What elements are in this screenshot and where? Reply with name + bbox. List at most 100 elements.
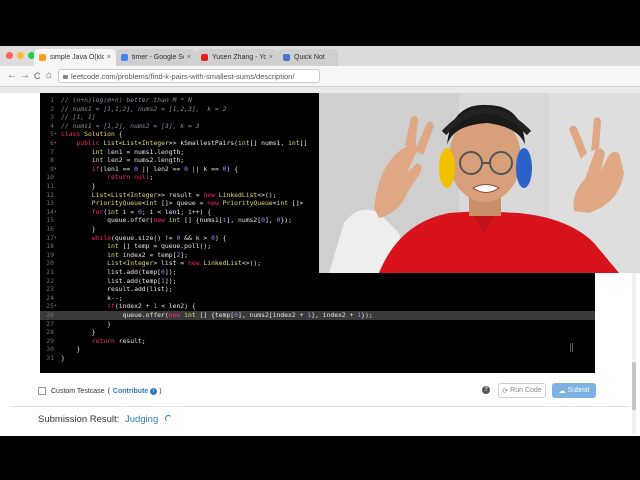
code-text: int len1 = nums1.length; (91, 147, 185, 156)
run-icon: ⟳ (502, 387, 509, 395)
run-code-label: Run Code (510, 387, 542, 394)
code-text: } (61, 345, 81, 354)
line-number: 11 (46, 182, 54, 190)
tab-favicon-icon (283, 54, 290, 61)
browser-tab[interactable]: simple Java O(klogk× (34, 49, 116, 66)
code-text: } (61, 354, 65, 362)
code-text: } (61, 225, 96, 233)
line-number: 6 (50, 139, 54, 147)
tab-title: Yusen Zhang - YouT (212, 54, 266, 61)
fold-arrow-icon[interactable]: ▾ (54, 130, 59, 139)
line-number: 31 (46, 354, 54, 362)
info-icon[interactable]: i (150, 387, 158, 395)
video-letterbox-top (0, 0, 640, 46)
fold-arrow-icon[interactable]: ▾ (54, 208, 59, 217)
line-number: 7 (50, 147, 54, 156)
code-text: while(queue.size() != 0 && k > 0) { (91, 233, 227, 242)
line-number: 15 (46, 216, 54, 225)
scrollbar-thumb[interactable] (632, 362, 636, 410)
line-number: 4 (50, 121, 54, 130)
line-number: 2 (50, 104, 54, 113)
tab-favicon-icon (201, 54, 208, 61)
reload-icon[interactable]: C (34, 70, 41, 82)
browser-tab[interactable]: Quick Not (278, 49, 338, 66)
code-text: // nums1 = [1,2], nums2 = [3], k = 3 (61, 121, 200, 130)
browser-tab[interactable]: timer - Google Sear× (116, 49, 196, 66)
text-cursor-icon (570, 343, 573, 352)
tab-close-icon[interactable]: × (187, 54, 191, 61)
code-line[interactable]: 27 } (40, 320, 595, 329)
line-number: 17 (46, 233, 54, 242)
browser-tab[interactable]: Yusen Zhang - YouT× (196, 49, 278, 66)
submission-result: Submission Result: Judging (38, 414, 172, 425)
help-icon[interactable]: ? (482, 386, 490, 394)
contribute-paren-open: ( (107, 387, 110, 395)
code-text: if(len1 == 0 || len2 == 0 || k == 0) { (91, 164, 239, 173)
submit-button[interactable]: ☁ Submit (552, 383, 596, 398)
back-icon[interactable]: ← (7, 70, 17, 82)
code-line[interactable]: 25 ▾ if(index2 + 1 < len2) { (40, 302, 595, 311)
lock-icon (63, 75, 68, 79)
browser-toolbar: ← → C ⌂ leetcode.com/problems/find-k-pai… (0, 66, 640, 87)
code-text: public List<List<Integer>> kSmallestPair… (76, 139, 308, 147)
line-number: 12 (46, 190, 54, 199)
forward-icon[interactable]: → (20, 70, 30, 82)
submission-status: Judging (124, 414, 159, 425)
line-number: 8 (50, 156, 54, 165)
fold-arrow-icon[interactable]: ▾ (54, 234, 59, 243)
line-number: 30 (46, 345, 54, 354)
cloud-upload-icon: ☁ (558, 387, 566, 395)
contribute-paren-close: ) (159, 387, 162, 395)
code-line[interactable]: 29 return result; (40, 337, 595, 346)
code-text: // (n+n)log(m+n) better than M * N (61, 96, 192, 104)
code-text: // [1, 1] (61, 113, 96, 122)
run-code-button[interactable]: ⟳ Run Code (498, 383, 546, 398)
tab-close-icon[interactable]: × (269, 54, 273, 61)
line-number: 1 (50, 96, 54, 104)
tab-title: Quick Not (294, 54, 325, 61)
code-text: PriorityQueue<int []> queue = new Priori… (91, 199, 304, 208)
custom-testcase-checkbox[interactable] (38, 387, 46, 395)
code-line[interactable]: 30 } (40, 345, 595, 354)
contribute-link[interactable]: Contribute (113, 388, 148, 395)
code-line[interactable]: 24 k--; (40, 294, 595, 303)
window-minimize-button[interactable] (17, 52, 24, 59)
home-icon[interactable]: ⌂ (46, 70, 52, 82)
code-text: List<List<Integer>> result = new LinkedL… (91, 190, 277, 199)
fold-arrow-icon[interactable]: ▾ (54, 165, 59, 174)
line-number: 16 (46, 225, 54, 233)
address-bar[interactable]: leetcode.com/problems/find-k-pairs-with-… (58, 69, 320, 83)
code-line[interactable]: 26 queue.offer(new int [] {temp[0], nums… (40, 311, 595, 320)
code-text: queue.offer(new int [] {temp[0], nums2[i… (61, 311, 373, 319)
line-number: 28 (46, 328, 54, 337)
code-text: for(int i = 0; i < len1; i++) { (91, 207, 212, 216)
code-text: int len2 = nums2.length; (91, 156, 185, 165)
code-text: List<Integer> list = new LinkedList<>(); (107, 259, 262, 268)
line-number: 23 (46, 285, 54, 294)
code-line[interactable]: 23 result.add(list); (40, 285, 595, 294)
fold-arrow-icon[interactable]: ▾ (54, 139, 59, 148)
code-text: } (61, 319, 112, 328)
tab-bar: simple Java O(klogk×timer - Google Sear×… (0, 46, 640, 66)
custom-testcase-label: Custom Testcase (51, 387, 105, 395)
fold-arrow-icon[interactable]: ▾ (54, 302, 59, 311)
line-number: 14 (46, 207, 54, 216)
browser-window: simple Java O(klogk×timer - Google Sear×… (0, 46, 640, 436)
submission-result-label: Submission Result: (38, 414, 120, 425)
video-letterbox-bottom (0, 436, 640, 480)
line-number: 26 (46, 311, 54, 319)
code-text: } (61, 328, 96, 337)
code-line[interactable]: 28 } (40, 328, 595, 337)
page-scrollbar[interactable] (632, 264, 636, 434)
line-number: 20 (46, 259, 54, 268)
window-close-button[interactable] (6, 52, 13, 59)
tab-close-icon[interactable]: × (107, 54, 111, 61)
line-number: 3 (50, 113, 54, 122)
line-number: 24 (46, 293, 54, 302)
line-number: 25 (46, 302, 54, 311)
line-number: 18 (46, 242, 54, 251)
submit-label: Submit (567, 387, 590, 394)
code-line[interactable]: 22 list.add(temp[1]); (40, 277, 595, 286)
code-line[interactable]: 31} (40, 354, 595, 363)
line-number: 21 (46, 268, 54, 276)
